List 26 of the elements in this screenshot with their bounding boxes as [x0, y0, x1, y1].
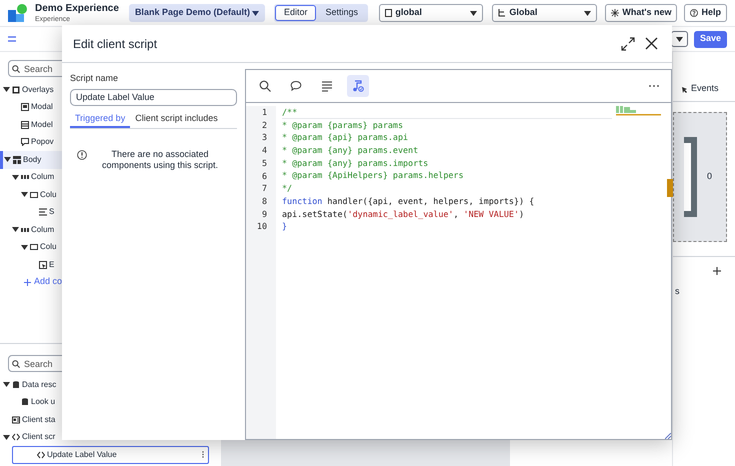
- code-line: * @param {any} params.imports: [282, 156, 430, 170]
- code-line: api.setState('dynamic_label_value', 'NEW VALUE'): [282, 208, 526, 220]
- line-number: 2: [262, 118, 267, 132]
- app-title: Demo Experience: [35, 4, 119, 14]
- line-number: 6: [262, 170, 267, 182]
- line-number: 9: [262, 208, 267, 220]
- code-line: */: [282, 182, 294, 195]
- line-number: 5: [262, 156, 267, 170]
- code-line: function handler({api, event, helpers, imports}) {: [282, 194, 536, 208]
- line-number: 8: [262, 194, 267, 208]
- code-line: }: [282, 220, 288, 233]
- field-label: Script name: [70, 72, 120, 85]
- code-line: * @param {any} params.event: [282, 144, 420, 157]
- line-number: 10: [256, 220, 267, 234]
- code-line: * @param {params} params: [282, 118, 404, 132]
- line-number: 7: [262, 182, 267, 195]
- line-number: 3: [262, 131, 267, 144]
- code-line: * @param {api} params.api: [282, 131, 410, 144]
- label-fragment: s: [674, 285, 680, 298]
- code-line: /**: [282, 106, 612, 119]
- code-line: * @param {ApiHelpers} params.helpers: [282, 169, 465, 182]
- modal-title: Edit client script: [73, 36, 158, 52]
- margin-value: 0: [706, 170, 712, 184]
- line-number: 4: [262, 144, 267, 157]
- empty-message: There are no associated components using this script.: [100, 148, 220, 170]
- line-number: 1: [262, 106, 267, 119]
